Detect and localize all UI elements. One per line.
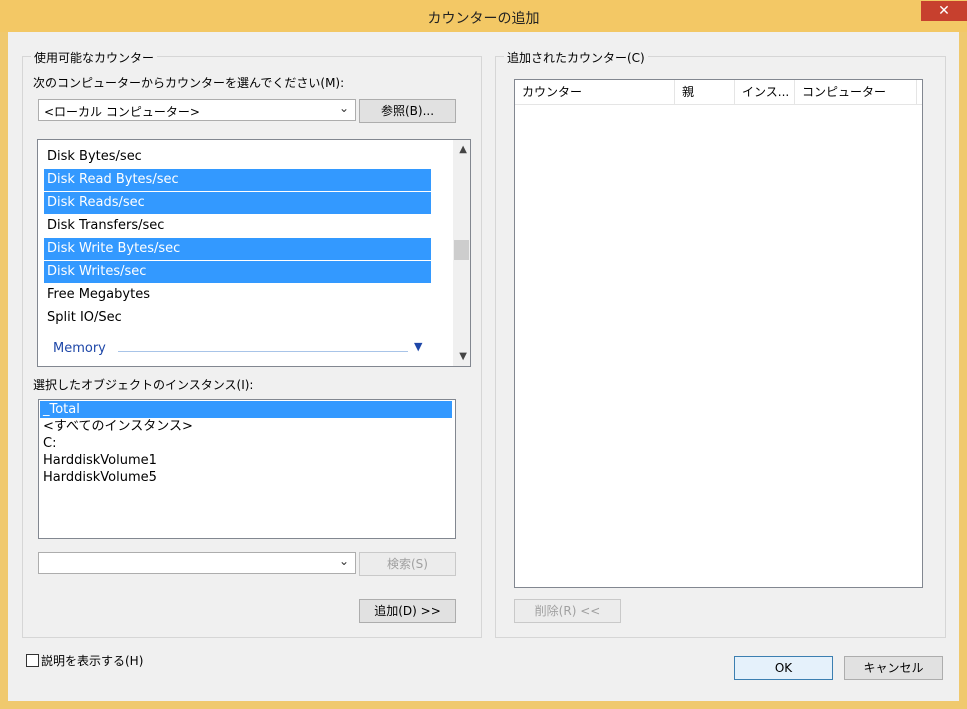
added-counters-table[interactable]: カウンター 親 インス... コンピューター xyxy=(514,79,923,588)
column-header-instance[interactable]: インス... xyxy=(735,80,795,104)
instances-label: 選択したオブジェクトのインスタンス(I): xyxy=(33,378,254,392)
close-icon: ✕ xyxy=(938,3,950,19)
counter-item[interactable]: Disk Reads/sec xyxy=(44,192,431,214)
counter-listbox[interactable]: Disk Bytes/sec Disk Read Bytes/sec Disk … xyxy=(37,139,471,367)
counter-item[interactable]: Free Megabytes xyxy=(44,284,431,306)
chevron-down-icon: ⌄ xyxy=(338,101,349,115)
scrollbar-thumb[interactable] xyxy=(454,240,469,260)
counter-item[interactable]: Disk Writes/sec xyxy=(44,261,431,283)
counter-item[interactable]: Disk Transfers/sec xyxy=(44,215,431,237)
added-counters-group: 追加されたカウンター(C) カウンター 親 インス... コンピューター 削除(… xyxy=(495,49,946,638)
instance-item[interactable]: _Total xyxy=(40,401,452,418)
instance-item[interactable]: HarddiskVolume1 xyxy=(40,452,452,469)
column-header-counter[interactable]: カウンター xyxy=(515,80,675,104)
computer-combo[interactable]: <ローカル コンピューター> ⌄ xyxy=(38,99,356,121)
chevron-down-icon: ⌄ xyxy=(338,554,349,568)
computer-combo-value: <ローカル コンピューター> xyxy=(44,105,200,119)
counter-item[interactable]: Disk Write Bytes/sec xyxy=(44,238,431,260)
computer-select-label: 次のコンピューターからカウンターを選んでください(M): xyxy=(33,76,345,90)
show-description-label[interactable]: 説明を表示する(H) xyxy=(41,652,143,669)
instance-item[interactable]: HarddiskVolume5 xyxy=(40,469,452,486)
counter-item[interactable]: Split IO/Sec xyxy=(44,307,431,329)
added-counters-legend: 追加されたカウンター(C) xyxy=(504,49,648,66)
ok-button[interactable]: OK xyxy=(734,656,833,680)
remove-button[interactable]: 削除(R) << xyxy=(514,599,621,623)
instance-item[interactable]: <すべてのインスタンス> xyxy=(40,418,452,435)
cancel-button[interactable]: キャンセル xyxy=(844,656,943,680)
add-button[interactable]: 追加(D) >> xyxy=(359,599,456,623)
chevron-down-icon[interactable]: ▼ xyxy=(414,340,422,353)
search-button[interactable]: 検索(S) xyxy=(359,552,456,576)
scroll-down-icon[interactable]: ▼ xyxy=(459,351,467,362)
browse-button[interactable]: 参照(B)... xyxy=(359,99,456,123)
vertical-scrollbar[interactable]: ▲ ▼ xyxy=(453,140,470,366)
title-bar[interactable]: カウンターの追加 ✕ xyxy=(0,0,967,32)
window-title: カウンターの追加 xyxy=(427,11,540,27)
close-button[interactable]: ✕ xyxy=(921,1,967,21)
counter-item[interactable]: Disk Read Bytes/sec xyxy=(44,169,431,191)
instance-listbox[interactable]: _Total <すべてのインスタンス> C: HarddiskVolume1 H… xyxy=(38,399,456,539)
available-counters-legend: 使用可能なカウンター xyxy=(31,49,158,66)
show-description-checkbox[interactable] xyxy=(26,654,39,667)
instance-item[interactable]: C: xyxy=(40,435,452,452)
available-counters-group: 使用可能なカウンター 次のコンピューターからカウンターを選んでください(M): … xyxy=(22,49,482,638)
scroll-up-icon[interactable]: ▲ xyxy=(459,144,467,155)
dialog-client: 使用可能なカウンター 次のコンピューターからカウンターを選んでください(M): … xyxy=(8,32,959,701)
column-header-computer[interactable]: コンピューター xyxy=(795,80,917,104)
counter-item[interactable]: Disk Bytes/sec xyxy=(44,146,431,168)
group-header-divider xyxy=(118,351,408,352)
column-header-parent[interactable]: 親 xyxy=(675,80,735,104)
object-group-header-memory[interactable]: Memory xyxy=(53,341,106,356)
table-header: カウンター 親 インス... コンピューター xyxy=(515,80,922,105)
search-combo[interactable]: ⌄ xyxy=(38,552,356,574)
